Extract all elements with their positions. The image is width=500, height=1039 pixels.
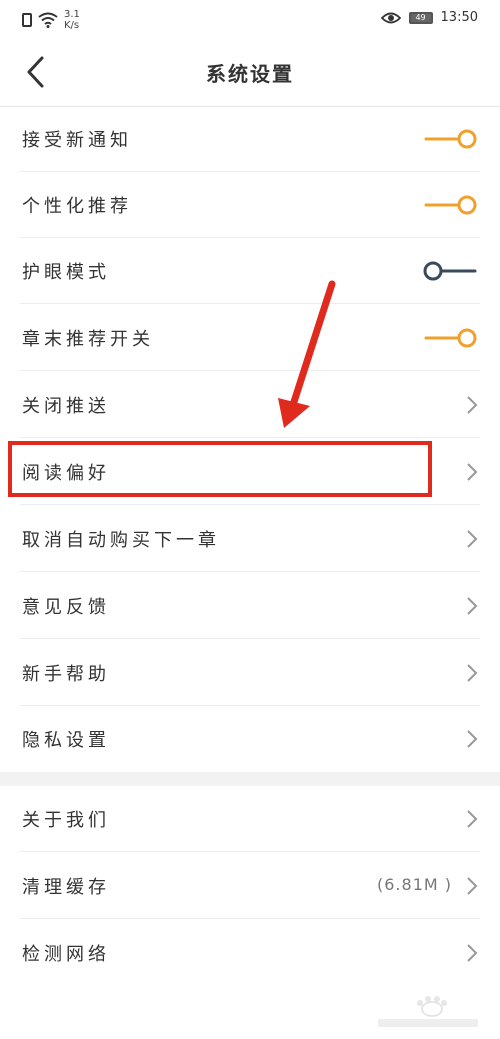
setting-row-feedback[interactable]: 意见反馈 bbox=[0, 573, 500, 639]
setting-row-network-check[interactable]: 检测网络 bbox=[0, 920, 500, 986]
chevron-right-icon bbox=[467, 877, 478, 895]
status-bar: 3.1 K/s 49 13:50 bbox=[0, 0, 500, 38]
divider bbox=[20, 370, 480, 371]
divider bbox=[20, 851, 480, 852]
setting-row-close-push[interactable]: 关闭推送 bbox=[0, 372, 500, 438]
divider bbox=[20, 571, 480, 572]
toggle-off-icon[interactable] bbox=[422, 259, 478, 283]
chevron-right-icon bbox=[467, 664, 478, 682]
network-speed: 3.1 K/s bbox=[64, 9, 80, 31]
battery-icon: 49 bbox=[408, 11, 433, 24]
setting-label: 章末推荐开关 bbox=[22, 329, 154, 350]
setting-row-privacy[interactable]: 隐私设置 bbox=[0, 706, 500, 772]
chevron-right-icon bbox=[467, 597, 478, 615]
setting-label: 护眼模式 bbox=[22, 262, 110, 283]
setting-row-notifications[interactable]: 接受新通知 bbox=[0, 106, 500, 172]
setting-label: 关于我们 bbox=[22, 810, 110, 831]
setting-label: 接受新通知 bbox=[22, 130, 132, 151]
toggle-on-icon[interactable] bbox=[422, 127, 478, 151]
chevron-right-icon bbox=[467, 810, 478, 828]
chevron-right-icon bbox=[467, 730, 478, 748]
divider bbox=[20, 303, 480, 304]
setting-row-cancel-autobuy[interactable]: 取消自动购买下一章 bbox=[0, 506, 500, 572]
setting-label: 取消自动购买下一章 bbox=[22, 530, 220, 551]
divider bbox=[20, 504, 480, 505]
divider bbox=[20, 437, 480, 438]
chevron-right-icon bbox=[467, 463, 478, 481]
status-right: 49 13:50 bbox=[380, 10, 478, 25]
battery-level: 49 bbox=[415, 12, 426, 22]
setting-label: 个性化推荐 bbox=[22, 196, 132, 217]
highlight-box bbox=[8, 441, 432, 497]
clock: 13:50 bbox=[440, 10, 478, 25]
toggle-on-icon[interactable] bbox=[422, 326, 478, 350]
chevron-right-icon bbox=[467, 396, 478, 414]
setting-row-chapter-end[interactable]: 章末推荐开关 bbox=[0, 305, 500, 371]
baidu-watermark-icon bbox=[378, 996, 478, 1027]
sim-icon bbox=[22, 13, 32, 27]
setting-row-clear-cache[interactable]: 清理缓存 (6.81M ) bbox=[0, 853, 500, 919]
setting-label: 新手帮助 bbox=[22, 664, 110, 685]
setting-row-help[interactable]: 新手帮助 bbox=[0, 640, 500, 706]
setting-row-eye-care[interactable]: 护眼模式 bbox=[0, 238, 500, 304]
toggle-on-icon[interactable] bbox=[422, 193, 478, 217]
setting-label: 关闭推送 bbox=[22, 396, 110, 417]
speed-value: 3.1 bbox=[64, 9, 80, 20]
status-left: 3.1 K/s bbox=[22, 9, 80, 31]
wifi-icon bbox=[38, 12, 58, 28]
page-title: 系统设置 bbox=[206, 62, 294, 86]
setting-row-about[interactable]: 关于我们 bbox=[0, 786, 500, 852]
setting-row-personalized[interactable]: 个性化推荐 bbox=[0, 172, 500, 238]
chevron-right-icon bbox=[467, 530, 478, 548]
setting-label: 意见反馈 bbox=[22, 597, 110, 618]
eye-icon bbox=[380, 12, 401, 23]
setting-label: 隐私设置 bbox=[22, 730, 110, 751]
speed-unit: K/s bbox=[64, 20, 80, 31]
annotation-arrow-icon bbox=[278, 280, 336, 428]
section-gap bbox=[0, 772, 500, 786]
cache-size: (6.81M ) bbox=[377, 875, 452, 894]
divider bbox=[20, 918, 480, 919]
setting-label: 检测网络 bbox=[22, 944, 110, 965]
setting-label: 清理缓存 bbox=[22, 877, 110, 898]
divider bbox=[20, 638, 480, 639]
chevron-right-icon bbox=[467, 944, 478, 962]
header: 系统设置 bbox=[0, 38, 500, 107]
